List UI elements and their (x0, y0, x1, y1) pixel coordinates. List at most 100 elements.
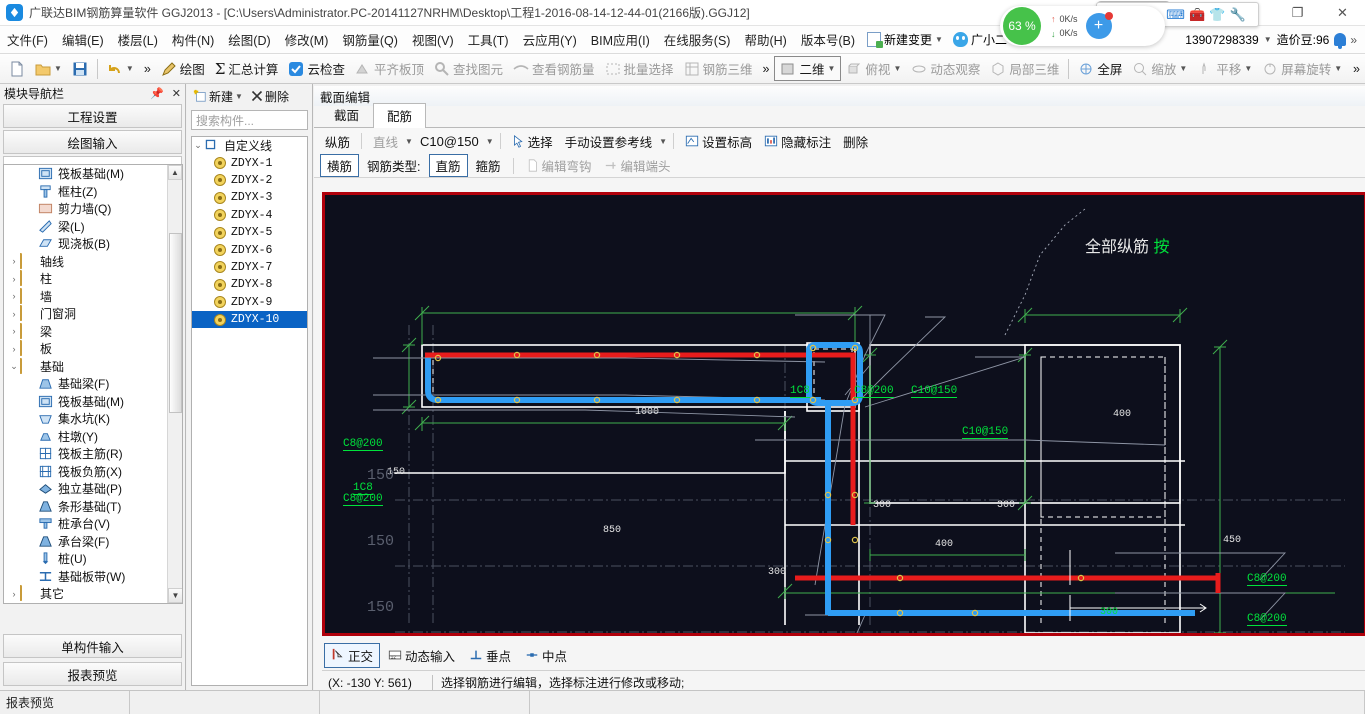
scroll-down-icon[interactable]: ▼ (168, 588, 182, 603)
nav-folder-row[interactable]: › 轴线 (4, 252, 167, 271)
search-component-input[interactable]: 搜索构件... (191, 110, 308, 130)
menu-rebar-qty[interactable]: 钢筋量(Q) (335, 27, 405, 52)
midpoint-snap-toggle[interactable]: 中点 (519, 644, 573, 667)
menu-file[interactable]: 文件(F) (0, 27, 55, 52)
nav-folder-row[interactable]: › 板 (4, 340, 167, 358)
shape-chevron-down-icon[interactable]: ▼ (405, 137, 413, 146)
toolbar-overflow-2[interactable]: » (758, 60, 775, 78)
menu-cloud[interactable]: 云应用(Y) (516, 27, 584, 52)
rebar-spec-label[interactable]: C8@200 (343, 493, 383, 506)
batch-select-button[interactable]: 批量选择 (600, 57, 679, 80)
local-3d-button[interactable]: 局部三维 (985, 57, 1064, 80)
rebar-spec-label[interactable]: C8@200 (1247, 573, 1287, 586)
top-view-button[interactable]: 俯视 ▼ (841, 57, 906, 80)
close-icon[interactable]: ✕ (172, 87, 181, 100)
dimension-label[interactable]: 150 (367, 467, 394, 484)
nav-folder-row[interactable]: › 门窗洞 (4, 305, 167, 323)
fullscreen-button[interactable]: 全屏 (1073, 57, 1127, 80)
accelerate-button[interactable]: + (1085, 12, 1113, 39)
drawing-canvas[interactable]: C8@200 1C8 C8@200 1C8 C8@200 C10@150 C10@150 C8… (325, 195, 1364, 633)
pan-chevron-down-icon[interactable]: ▼ (1244, 64, 1252, 73)
toolbar-overflow-3[interactable]: » (1348, 60, 1365, 78)
chevron-right-icon[interactable]: › (8, 256, 20, 266)
hide-annotation-button[interactable]: 隐藏标注 (759, 130, 836, 153)
open-file-chevron-down-icon[interactable]: ▼ (54, 64, 62, 73)
nav-leaf-row[interactable]: 基础板带(W) (4, 568, 167, 586)
component-tree[interactable]: ⌄ 自定义线 ZDYX-1 ZDYX-2 ZDYX-3 ZDYX-4 ZDYX-5 ZDYX-… (191, 136, 308, 686)
points-label[interactable]: 造价豆:96 (1272, 29, 1335, 50)
nav-leaf-row[interactable]: 筏板基础(M) (4, 393, 167, 411)
dynamic-input-toggle[interactable]: 12 动态输入 (382, 644, 461, 667)
dimension-label[interactable]: 150 (367, 599, 394, 616)
chevron-down-icon[interactable]: ⌄ (8, 361, 20, 372)
nav-leaf-row[interactable]: 桩(U) (4, 550, 167, 568)
bottom-cell-4[interactable] (530, 691, 1365, 714)
nav-folder-row[interactable]: › 其它 (4, 585, 167, 603)
nav-leaf-row[interactable]: 条形基础(T) (4, 498, 167, 516)
tab-section[interactable]: 截面 (320, 102, 373, 127)
chevron-down-icon[interactable]: ⌄ (192, 140, 204, 151)
component-list-item[interactable]: ZDYX-2 (192, 172, 307, 189)
component-list-item[interactable]: ZDYX-4 (192, 207, 307, 224)
chevron-down-icon[interactable]: ▼ (935, 35, 943, 44)
delete-rebar-button[interactable]: 删除 (838, 130, 873, 153)
nav-leaf-row[interactable]: 现浇板(B) (4, 235, 167, 253)
ref-line-chevron-down-icon[interactable]: ▼ (659, 137, 667, 146)
dimension-label[interactable]: 400 (935, 539, 953, 550)
rebar-spec-label[interactable]: C10@150 (911, 385, 958, 398)
maximize-button[interactable]: ❐ (1275, 0, 1320, 26)
component-list-item[interactable]: ZDYX-7 (192, 259, 307, 276)
new-component-button[interactable]: 新建 ▼ (190, 86, 246, 107)
nav-leaf-row[interactable]: 筏板负筋(X) (4, 463, 167, 481)
rebar-spec-value[interactable]: C10@150 (415, 132, 484, 151)
menu-draw[interactable]: 绘图(D) (221, 27, 277, 52)
nav-leaf-row[interactable]: 剪力墙(Q) (4, 200, 167, 218)
component-list-item[interactable]: ZDYX-5 (192, 224, 307, 241)
notification-bell-icon[interactable] (1334, 33, 1347, 49)
longitudinal-rebar-button[interactable]: 纵筋 (320, 130, 355, 153)
chevron-right-icon[interactable]: › (8, 344, 20, 354)
nav-leaf-row[interactable]: 梁(L) (4, 218, 167, 236)
menu-component[interactable]: 构件(N) (165, 27, 221, 52)
menu-online-service[interactable]: 在线服务(S) (657, 27, 738, 52)
rebar-spec-label[interactable]: C8@200 (1247, 613, 1287, 626)
rebar-spec-label[interactable]: 1C8 (790, 385, 810, 398)
nav-button-single-component[interactable]: 单构件输入 (3, 634, 182, 658)
nav-folder-row[interactable]: › 墙 (4, 287, 167, 306)
align-slab-button[interactable]: 平齐板顶 (350, 57, 429, 80)
open-file-button[interactable]: ▼ (30, 59, 67, 79)
straight-rebar-button[interactable]: 直筋 (428, 154, 468, 177)
orbit-button[interactable]: 动态观察 (906, 57, 985, 80)
component-list-item[interactable]: ZDYX-6 (192, 241, 307, 258)
module-tree-scrollbar[interactable]: ▲ ▼ (167, 165, 182, 603)
bottom-cell-2[interactable] (130, 691, 320, 714)
undo-chevron-down-icon[interactable]: ▼ (126, 64, 134, 73)
pan-button[interactable]: 平移 ▼ (1192, 57, 1257, 80)
pin-icon[interactable]: 📌 (150, 87, 164, 100)
component-list-item[interactable]: ZDYX-10 (192, 310, 307, 329)
component-list-item[interactable]: ZDYX-1 (192, 154, 307, 171)
module-tree[interactable]: 筏板基础(M) 框柱(Z) 剪力墙(Q) 梁(L) 现浇板(B) › 轴线 › 柱 › 墙 › 门窗洞 ›… (3, 164, 183, 604)
chevron-right-icon[interactable]: › (8, 326, 20, 336)
account-chevron-down-icon[interactable]: ▼ (1264, 35, 1272, 44)
menu-version[interactable]: 版本号(B) (794, 27, 862, 52)
network-monitor-widget[interactable]: 63 % ↑ ↓ 0K/s 0K/s + (1000, 6, 1165, 46)
top-view-chevron-down-icon[interactable]: ▼ (893, 64, 901, 73)
spec-chevron-down-icon[interactable]: ▼ (486, 137, 494, 146)
find-element-button[interactable]: 查找图元 (429, 57, 508, 80)
dimension-label[interactable]: 400 (1113, 409, 1131, 420)
dimension-label[interactable]: 300 (768, 567, 786, 578)
shape-line-select[interactable]: 直线 (368, 130, 403, 153)
new-file-button[interactable] (4, 59, 30, 79)
menu-floor[interactable]: 楼层(L) (111, 27, 165, 52)
ime-toolbox-icon[interactable]: 🧰 (1189, 7, 1205, 23)
ime-keyboard-icon[interactable]: ⌨ (1166, 7, 1185, 23)
summary-calc-button[interactable]: Σ 汇总计算 (210, 57, 284, 80)
dimension-label[interactable]: 850 (603, 525, 621, 536)
menu-view[interactable]: 视图(V) (405, 27, 461, 52)
nav-leaf-row[interactable]: 筏板主筋(R) (4, 445, 167, 463)
undo-button[interactable]: ▼ (102, 59, 139, 79)
nav-leaf-row[interactable]: 基础梁(F) (4, 375, 167, 393)
screen-rotate-chevron-down-icon[interactable]: ▼ (1334, 64, 1342, 73)
draw-button[interactable]: 绘图 (156, 57, 210, 80)
